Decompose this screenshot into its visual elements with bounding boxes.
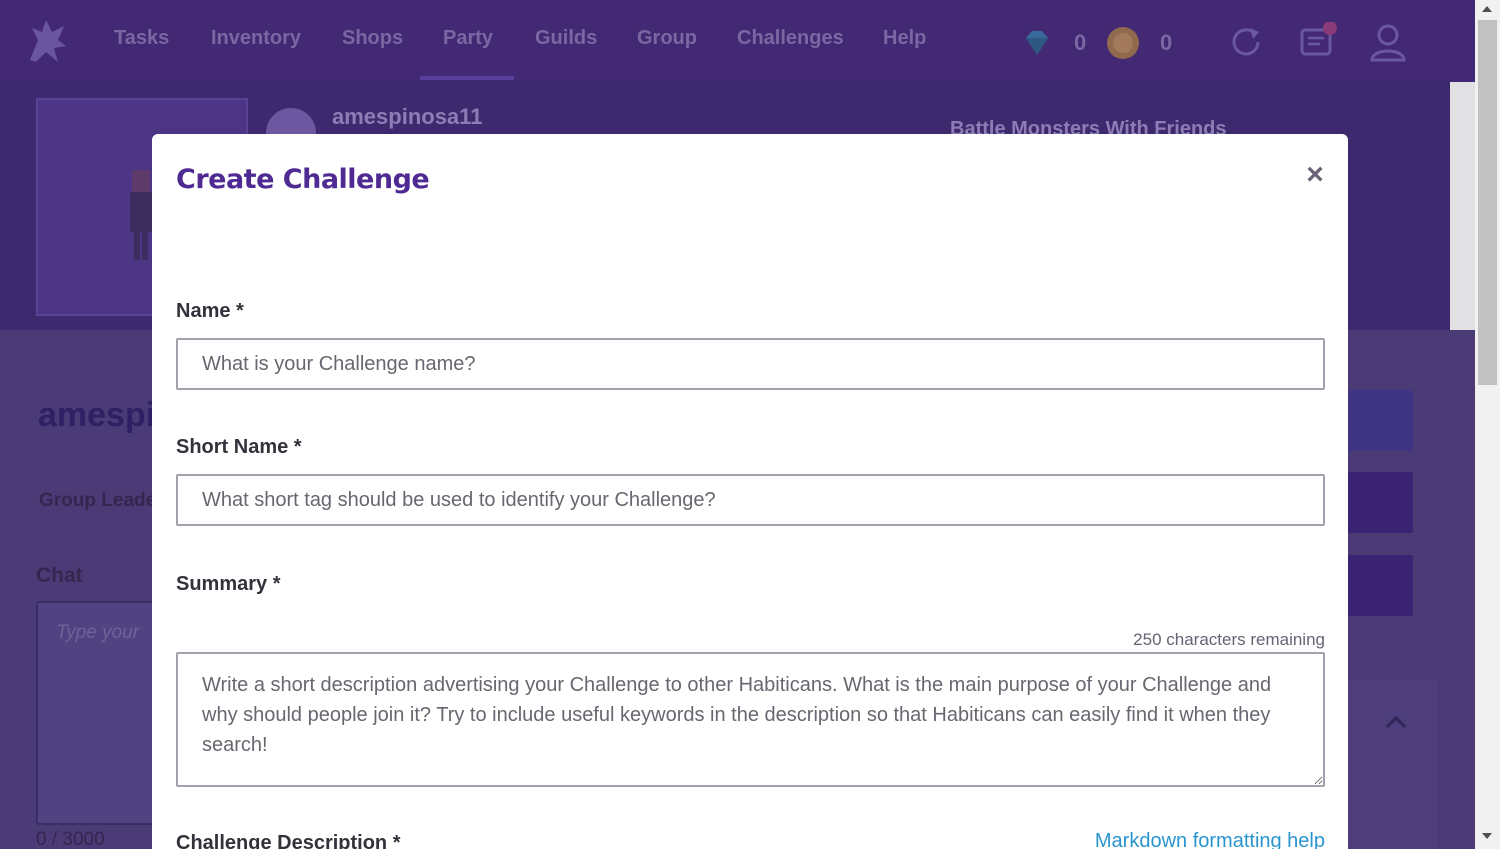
side-action-button[interactable]	[1348, 390, 1413, 451]
scroll-down-arrow-icon[interactable]	[1482, 833, 1492, 839]
chat-heading: Chat	[36, 564, 83, 587]
party-member-name[interactable]: amespinosa11	[332, 104, 482, 130]
gem-icon	[1026, 31, 1048, 55]
nav-guilds[interactable]: Guilds	[535, 27, 597, 50]
notifications-icon[interactable]	[1298, 22, 1338, 62]
challenge-description-label: Challenge Description *	[176, 832, 401, 849]
challenge-summary-textarea[interactable]	[176, 652, 1325, 787]
chevron-up-icon[interactable]	[1384, 710, 1408, 734]
summary-label: Summary *	[176, 573, 281, 595]
challenge-short-name-input[interactable]	[176, 474, 1325, 526]
scrollbar-thumb[interactable]	[1478, 20, 1497, 385]
group-leader-label: Group Leade	[39, 490, 157, 511]
scroll-up-arrow-icon[interactable]	[1482, 6, 1492, 12]
nav-group[interactable]: Group	[637, 27, 697, 50]
nav-party[interactable]: Party	[443, 27, 493, 50]
nav-tasks[interactable]: Tasks	[114, 27, 169, 50]
gold-coin-icon	[1107, 27, 1139, 59]
challenge-name-input[interactable]	[176, 338, 1325, 390]
gold-count: 0	[1160, 30, 1173, 55]
nav-active-indicator	[420, 76, 514, 80]
side-action-button[interactable]	[1348, 555, 1413, 616]
name-label: Name *	[176, 300, 244, 322]
close-icon[interactable]: ×	[1300, 160, 1330, 190]
modal-title: Create Challenge	[176, 164, 430, 195]
chat-placeholder: Type your	[56, 622, 140, 643]
short-name-label: Short Name *	[176, 436, 302, 458]
nav-shops[interactable]: Shops	[342, 27, 403, 50]
gem-count: 0	[1074, 30, 1087, 55]
nav-challenges[interactable]: Challenges	[737, 27, 844, 50]
side-action-button[interactable]	[1348, 472, 1413, 533]
top-navigation: Tasks Inventory Shops Party Guilds Group…	[0, 0, 1475, 82]
user-profile-icon[interactable]	[1368, 22, 1408, 62]
nav-inventory[interactable]: Inventory	[211, 27, 301, 50]
summary-chars-remaining: 250 characters remaining	[1133, 630, 1325, 649]
sync-icon[interactable]	[1226, 22, 1266, 62]
avatar-sprite	[130, 170, 152, 260]
habitica-gryphon-logo[interactable]	[24, 16, 70, 66]
nav-help[interactable]: Help	[883, 27, 926, 50]
chat-char-count: 0 / 3000	[36, 829, 105, 849]
markdown-help-link[interactable]: Markdown formatting help	[1060, 830, 1325, 849]
side-panel	[1348, 680, 1438, 849]
group-name: amespi	[38, 396, 156, 434]
